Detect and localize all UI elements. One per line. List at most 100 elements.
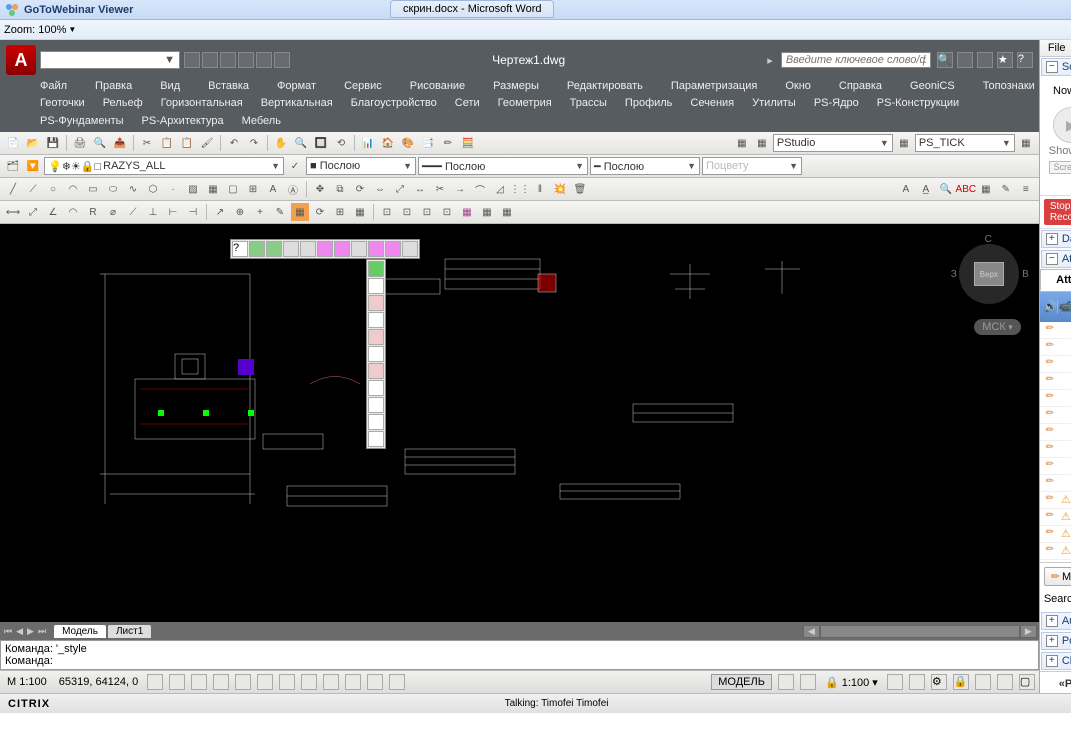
explode-icon[interactable]: 💥 <box>551 180 569 198</box>
attendee-row[interactable]: ✏ Ramis Katraleev <box>1040 390 1071 407</box>
viewcube[interactable]: Верх <box>959 244 1019 304</box>
tab-next-icon[interactable]: ▶ <box>25 626 36 637</box>
pv-9[interactable] <box>368 397 384 413</box>
search-icon[interactable]: 🔍 <box>937 52 953 68</box>
leader-icon[interactable]: ↗ <box>211 203 229 221</box>
hscroll-left-icon[interactable]: ◀ <box>803 625 820 638</box>
spell-icon[interactable]: ABC <box>957 180 975 198</box>
grid-icon[interactable]: ⊞ <box>331 203 349 221</box>
properties-icon[interactable]: 📊 <box>359 134 377 152</box>
ucs-label[interactable]: МСК ▾ <box>974 319 1021 335</box>
attendee-row[interactable]: ✏ Андрей Терещенко <box>1040 458 1071 475</box>
undo2-icon[interactable]: ↶ <box>225 134 243 152</box>
trim-icon[interactable]: ✂ <box>431 180 449 198</box>
menu-help[interactable]: Справка <box>839 80 882 92</box>
pal-btn-7[interactable] <box>351 241 367 257</box>
menu-horiz[interactable]: Горизонтальная <box>161 97 243 109</box>
zoom-window-icon[interactable]: 🔲 <box>312 134 330 152</box>
dim-angular-icon[interactable]: ∠ <box>44 203 62 221</box>
open-file-icon[interactable]: 📂 <box>24 134 42 152</box>
center-icon[interactable]: + <box>251 203 269 221</box>
status-scale[interactable]: М 1:100 <box>4 676 50 688</box>
zoom-icon[interactable]: 🔍 <box>292 134 310 152</box>
dim-aligned-icon[interactable]: ⤢ <box>24 203 42 221</box>
exchange-icon[interactable] <box>977 52 993 68</box>
spline-icon[interactable]: ∿ <box>124 180 142 198</box>
workspace-switch-icon[interactable]: ⚙ <box>931 674 947 690</box>
save-file-icon[interactable]: 💾 <box>44 134 62 152</box>
dim-update-icon[interactable]: ⟳ <box>311 203 329 221</box>
ellipse-icon[interactable]: ⬭ <box>104 180 122 198</box>
scale-icon[interactable]: ⤢ <box>391 180 409 198</box>
zoom-prev-icon[interactable]: ⟲ <box>332 134 350 152</box>
lineweight-combo[interactable]: ━ Послою▼ <box>590 157 700 175</box>
attendee-row[interactable]: ✏ ? Oleg Kalsin <box>1040 373 1071 390</box>
pal-btn-2[interactable] <box>266 241 282 257</box>
audio-header[interactable]: + Audio <box>1041 612 1071 630</box>
attendee-row[interactable]: ✏ Александр Александр <box>1040 424 1071 441</box>
collapse-icon[interactable]: − <box>1046 61 1058 73</box>
dyn-toggle[interactable] <box>301 674 317 690</box>
tool-icon[interactable] <box>957 52 973 68</box>
pv-4[interactable] <box>368 312 384 328</box>
menu-seti[interactable]: Сети <box>455 97 480 109</box>
menu-view[interactable]: Вид <box>160 80 180 92</box>
save-icon[interactable] <box>220 52 236 68</box>
search-arrow[interactable]: ▸ <box>767 54 773 67</box>
match-icon[interactable]: 🖌 <box>198 134 216 152</box>
plotstyle-combo[interactable]: Поцвету▼ <box>702 157 802 175</box>
pal-btn-1[interactable] <box>249 241 265 257</box>
tolerance-icon[interactable]: ⊕ <box>231 203 249 221</box>
mtext-icon[interactable]: Ⓐ <box>284 180 302 198</box>
mirror-icon[interactable]: ⇔ <box>371 180 389 198</box>
offset-icon[interactable]: ‖ <box>531 180 549 198</box>
menu-format[interactable]: Формат <box>277 80 316 92</box>
dim-ordinate-icon[interactable]: ⊥ <box>144 203 162 221</box>
dim-style-icon[interactable]: ▦ <box>291 203 309 221</box>
tool-palette-icon[interactable]: 🎨 <box>399 134 417 152</box>
keyword-search-input[interactable] <box>781 52 931 68</box>
screen-selector-combo[interactable]: Screen ▾ <box>1049 161 1071 174</box>
hscroll-right-icon[interactable]: ▶ <box>1020 625 1037 638</box>
star-icon[interactable]: ★ <box>997 52 1013 68</box>
clean-screen-icon[interactable]: ▢ <box>1019 674 1035 690</box>
copy2-icon[interactable]: ⧉ <box>331 180 349 198</box>
linetype-combo[interactable]: ━━━ Послою▼ <box>418 157 588 175</box>
dim-arc-icon[interactable]: ◠ <box>64 203 82 221</box>
pal-btn-6[interactable] <box>334 241 350 257</box>
pan-icon[interactable]: ✋ <box>272 134 290 152</box>
stop-recording-button[interactable]: Stop Recording <box>1044 199 1071 225</box>
dim-continue-icon[interactable]: ⊣ <box>184 203 202 221</box>
hatch-icon[interactable]: ▨ <box>184 180 202 198</box>
dim-baseline-icon[interactable]: ⊢ <box>164 203 182 221</box>
text-align-icon[interactable]: ≡ <box>1017 180 1035 198</box>
menu-file[interactable]: Файл <box>40 80 67 92</box>
layer-make-current-icon[interactable]: ✓ <box>286 157 304 175</box>
polar-toggle[interactable] <box>213 674 229 690</box>
edit-icon[interactable]: ✏ <box>1042 357 1058 371</box>
ducs-toggle[interactable] <box>279 674 295 690</box>
find-icon[interactable]: 🔍 <box>937 180 955 198</box>
snap2-icon[interactable]: ▦ <box>351 203 369 221</box>
pv-8[interactable] <box>368 380 384 396</box>
quick-view-drawings-icon[interactable] <box>800 674 816 690</box>
osnap-toggle[interactable] <box>235 674 251 690</box>
print-icon[interactable]: 🖨 <box>71 134 89 152</box>
redo2-icon[interactable]: ↷ <box>245 134 263 152</box>
ortho-toggle[interactable] <box>191 674 207 690</box>
menu-dim[interactable]: Размеры <box>493 80 539 92</box>
ps-icon-2[interactable]: ▦ <box>753 134 771 152</box>
attendee-row[interactable]: ✏ ? Natalia Natalia <box>1040 356 1071 373</box>
preview-icon[interactable]: 🔍 <box>91 134 109 152</box>
anno-vis-icon[interactable] <box>887 674 903 690</box>
help-icon[interactable]: ? <box>1017 52 1033 68</box>
design-center-icon[interactable]: 🏠 <box>379 134 397 152</box>
pv-10[interactable] <box>368 414 384 430</box>
region-icon[interactable]: ▢ <box>224 180 242 198</box>
array-icon[interactable]: ⋮⋮ <box>511 180 529 198</box>
field-icon[interactable]: ▦ <box>977 180 995 198</box>
edit-icon[interactable]: ✏ <box>1042 391 1058 405</box>
menu-tools[interactable]: Сервис <box>344 80 382 92</box>
expand-icon[interactable]: + <box>1046 655 1058 667</box>
menu-trassy[interactable]: Трассы <box>570 97 607 109</box>
